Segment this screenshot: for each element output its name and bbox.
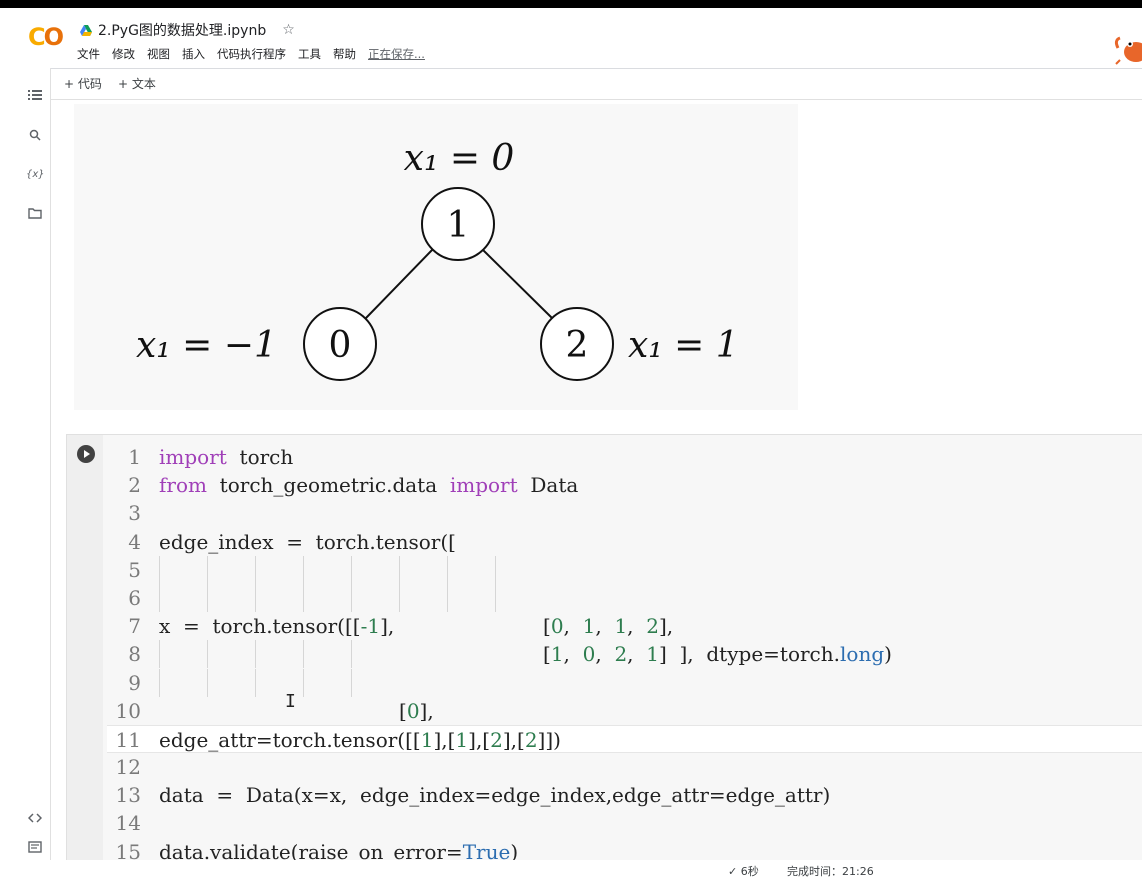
- code-line[interactable]: 1 import torch: [107, 443, 1142, 471]
- left-sidebar: {x}: [0, 68, 51, 880]
- node-1: 1: [421, 187, 495, 261]
- label-top: x₁ = 0: [404, 138, 515, 179]
- code-line[interactable]: 8 [0],: [107, 640, 1142, 723]
- toc-icon[interactable]: [26, 88, 44, 106]
- title-row: 2.PyG图的数据处理.ipynb ☆: [80, 20, 295, 40]
- node-1-label: 1: [447, 205, 470, 246]
- star-icon[interactable]: ☆: [282, 22, 295, 38]
- label-left: x₁ = −1: [136, 325, 277, 366]
- code-line[interactable]: 3: [107, 499, 1142, 527]
- code-line[interactable]: 4 edge_index = torch.tensor([: [107, 528, 1142, 556]
- code-line[interactable]: 7x = torch.tensor([[-1],: [107, 612, 1142, 640]
- node-0-label: 0: [329, 325, 352, 366]
- notebook-title[interactable]: 2.PyG图的数据处理.ipynb: [98, 20, 266, 40]
- code-line[interactable]: 9 [1]], dtype=torch.float): [107, 668, 1142, 751]
- code-line[interactable]: 6 [1, 0, 2, 1] ], dtype=torch.long): [107, 583, 1142, 666]
- header: CO 2.PyG图的数据处理.ipynb ☆ 文件 修改 视图 插入 代码执行程…: [0, 8, 1142, 68]
- menu-tools[interactable]: 工具: [298, 46, 321, 62]
- cell-toolbar: + 代码 + 文本: [0, 68, 1142, 100]
- status-check-icon: ✓ 6秒: [728, 865, 759, 878]
- crab-avatar-icon[interactable]: [1114, 22, 1142, 66]
- node-2-label: 2: [566, 325, 589, 366]
- code-line[interactable]: 10: [107, 697, 1142, 725]
- menu-edit[interactable]: 修改: [112, 46, 135, 62]
- code-line[interactable]: 13 data = Data(x=x, edge_index=edge_index…: [107, 781, 1142, 809]
- label-right: x₁ = 1: [628, 325, 739, 366]
- edge-1-0: [365, 248, 434, 319]
- menu-runtime[interactable]: 代码执行程序: [217, 46, 286, 62]
- colab-window: CO 2.PyG图的数据处理.ipynb ☆ 文件 修改 视图 插入 代码执行程…: [0, 8, 1142, 880]
- code-editor[interactable]: 1 import torch 2 from torch_geometric.data…: [107, 443, 1142, 866]
- code-line-current[interactable]: 11 edge_attr=torch.tensor([[1],[1],[2],[2…: [107, 724, 1142, 754]
- google-drive-icon: [80, 24, 92, 36]
- status-completed: 完成时间：21:26: [787, 865, 874, 878]
- add-code-button[interactable]: + 代码: [64, 75, 102, 92]
- search-icon[interactable]: [26, 128, 44, 146]
- code-line[interactable]: 14: [107, 809, 1142, 837]
- node-0: 0: [303, 307, 377, 381]
- terminal-icon[interactable]: [26, 840, 44, 858]
- saving-status[interactable]: 正在保存...: [368, 46, 425, 62]
- graph-diagram: 1 0 2 x₁ = 0 x₁ = −1 x₁ = 1: [74, 104, 798, 410]
- code-line[interactable]: 2 from torch_geometric.data import Data: [107, 471, 1142, 499]
- status-duration: 6秒: [740, 865, 759, 878]
- menu-bar: 文件 修改 视图 插入 代码执行程序 工具 帮助 正在保存...: [77, 46, 425, 62]
- node-2: 2: [540, 307, 614, 381]
- add-text-button[interactable]: + 文本: [118, 75, 156, 92]
- text-cursor-icon: I: [285, 691, 296, 712]
- code-line[interactable]: 5 [0, 1, 1, 2],: [107, 555, 1142, 638]
- edge-1-2: [481, 248, 553, 319]
- colab-logo[interactable]: CO: [28, 23, 64, 51]
- cell-gutter: [67, 435, 103, 880]
- variables-icon[interactable]: {x}: [26, 166, 45, 184]
- code-snippets-icon[interactable]: [26, 810, 44, 828]
- menu-help[interactable]: 帮助: [333, 46, 356, 62]
- status-bar: ✓ 6秒 完成时间：21:26: [0, 860, 1142, 880]
- folder-icon[interactable]: [26, 206, 44, 224]
- code-line[interactable]: 12: [107, 753, 1142, 781]
- menu-file[interactable]: 文件: [77, 46, 100, 62]
- menu-insert[interactable]: 插入: [182, 46, 205, 62]
- code-cell[interactable]: 1 import torch 2 from torch_geometric.data…: [66, 434, 1142, 880]
- menu-view[interactable]: 视图: [147, 46, 170, 62]
- run-cell-button[interactable]: [77, 445, 95, 463]
